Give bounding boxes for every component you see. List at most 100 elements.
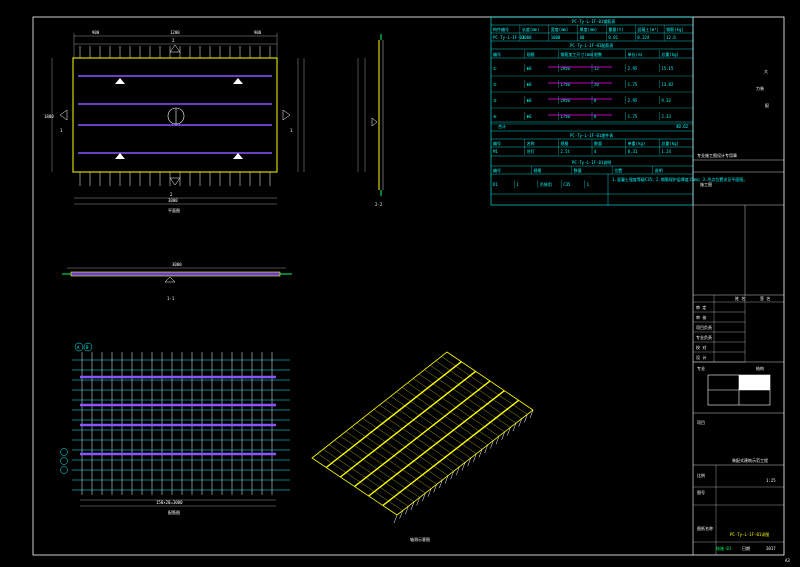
table-cell: 2.33 (661, 114, 671, 119)
iso-view-label: 轴测示意图 (410, 536, 430, 542)
dim-plan-top-mid: 1200 (170, 30, 180, 35)
table-cell: 重量(t) (608, 26, 623, 32)
table-cell: ② (493, 82, 497, 87)
table-cell: 单重(kg) (628, 140, 646, 146)
dim-rebar-bottom: 150×20=3000 (156, 500, 183, 505)
dim-plan-bottom-axis: 2 (170, 192, 173, 197)
sheet-title: PC-Ty-L-1F-01详图 (730, 531, 769, 537)
table-cell: Φ6 (527, 114, 532, 119)
plan-view: 900 1200 900 2 1 1 1800 2 3000 平面图 (44, 30, 305, 213)
table-cell: 编号 (493, 167, 501, 173)
axis-bubble-label: B (86, 345, 89, 350)
lifting-point-icon (115, 78, 243, 159)
dim-section-length: 3000 (172, 262, 182, 267)
sheet-title-label: 图纸名称 (697, 525, 713, 531)
table-cell: 吊装用 (540, 181, 552, 187)
col-label-sign: 签 名 (760, 295, 770, 301)
table-cell: 2.5t (560, 149, 570, 154)
table-cell: 说明 (655, 167, 663, 173)
table-cell: 总重(kg) (661, 140, 679, 146)
table-cell: 总重(kg) (661, 51, 679, 57)
table-cell: 1.24 (661, 149, 671, 154)
table-cell: Φ8 (527, 98, 532, 103)
table-cell: ③ (493, 98, 497, 103)
section-marker-icon (371, 117, 378, 127)
table-cell: 单长(m) (628, 51, 643, 57)
axis-mark-right: 1 (290, 128, 293, 133)
company-name-2: 力装 (756, 85, 764, 91)
signature-row-label: 设 计 (696, 354, 706, 360)
section-marker-icon (59, 109, 68, 121)
section-marker-icon (169, 44, 181, 53)
table-cell: 规格 (527, 51, 535, 57)
stage-label: 施工图 (700, 181, 712, 187)
signature-row-label: 专业负责 (696, 334, 712, 340)
table-cell: Φ8 (527, 82, 532, 87)
table-cell: 13.82 (661, 82, 674, 87)
table-cell: ④ (493, 114, 497, 119)
dim-plan-side: 1800 (44, 114, 54, 119)
scale-value: 1:25 (766, 478, 776, 483)
table3-title: PC-Ty-L-1F-01埋件表 (570, 132, 613, 138)
signature-row-label: 审 核 (696, 314, 706, 320)
table-cell: 1.75 (628, 114, 638, 119)
rebar-grid (72, 352, 290, 495)
iso-rebar-lines (311, 351, 534, 524)
scale-label: 比例 (697, 472, 705, 478)
table4-title: PC-Ty-L-1F-01说明 (572, 159, 611, 165)
table-cell: 3000 (522, 35, 532, 40)
table-cell: 数量 (574, 167, 582, 173)
axis-mark-left: 1 (60, 128, 63, 133)
isometric-view: 轴测示意图 (311, 351, 534, 542)
title-block: 大 力装 配 专业施工图设计专用章 施工图 姓 名 签 名 审 定审 核项目负责… (692, 17, 790, 563)
section-marker-icon (282, 109, 291, 121)
section-2-2-view: 2-2 (357, 34, 384, 207)
dim-plan-bottom: 3000 (168, 198, 178, 203)
signature-row-label: 校 对 (696, 344, 706, 350)
table-cell: 吊钉 (527, 148, 535, 154)
table-cell: 位置 (614, 167, 622, 173)
table-cell: Φ8 (527, 66, 532, 71)
section-1-1-label: 1-1 (167, 296, 175, 301)
table-cell: 规格 (533, 167, 541, 173)
col-label-name: 姓 名 (735, 295, 745, 301)
table-cell: 宽度(mm) (551, 26, 569, 32)
section-marker-icon (164, 276, 176, 283)
date-value: 2017 (766, 546, 776, 551)
table-cell: 12.6 (666, 35, 676, 40)
table-cell: 数量 (594, 140, 602, 146)
section-marker-icon (169, 177, 181, 186)
table-cell: 4 (594, 149, 597, 154)
project-label: 项目 (697, 419, 705, 425)
table-cell: 9.32 (661, 98, 671, 103)
company-name-3: 配 (765, 103, 769, 108)
date-label: 日期 (742, 545, 750, 551)
table-cell: 混凝土(m³) (637, 26, 659, 32)
company-name-1: 大 (764, 68, 768, 74)
table-cell: ① (493, 66, 497, 71)
table-cell: 0.324 (637, 35, 650, 40)
table-cell: 0.81 (608, 35, 618, 40)
table-cell: PC-Ty-L-1F-01 (493, 35, 525, 40)
table-cell: 2.95 (628, 66, 638, 71)
table2-total-label: 合计 (498, 123, 506, 129)
table-cell: 编号 (493, 51, 501, 57)
table-cell: 1 (587, 182, 590, 187)
table-cell: 规格 (560, 140, 568, 146)
cad-drawing-sheet: 900 1200 900 2 1 1 1800 2 3000 平面图 2-2 3… (32, 16, 790, 563)
table-cell: 长度(mm) (522, 26, 540, 32)
drawing-no: 结施-01 (716, 545, 732, 551)
iso-rebar-end (393, 514, 398, 524)
corner-note: A3 (785, 558, 790, 563)
plan-bottom-rebar-ends (79, 172, 271, 186)
rebar-view-label: 配筋图 (168, 509, 180, 515)
table-cell: 1800 (551, 35, 561, 40)
drawing-no-label: 图号 (697, 489, 705, 495)
dim-plan-top-left: 900 (92, 30, 100, 35)
section-slab (70, 271, 281, 277)
signature-row-label: 项目负责 (696, 324, 712, 330)
dim-plan-top-right: 900 (254, 30, 262, 35)
table-cell: 厚度(mm) (580, 26, 598, 32)
table-cell: 钢筋加工尺寸(mm) (560, 51, 594, 57)
table-cell: 构件编号 (493, 26, 509, 32)
